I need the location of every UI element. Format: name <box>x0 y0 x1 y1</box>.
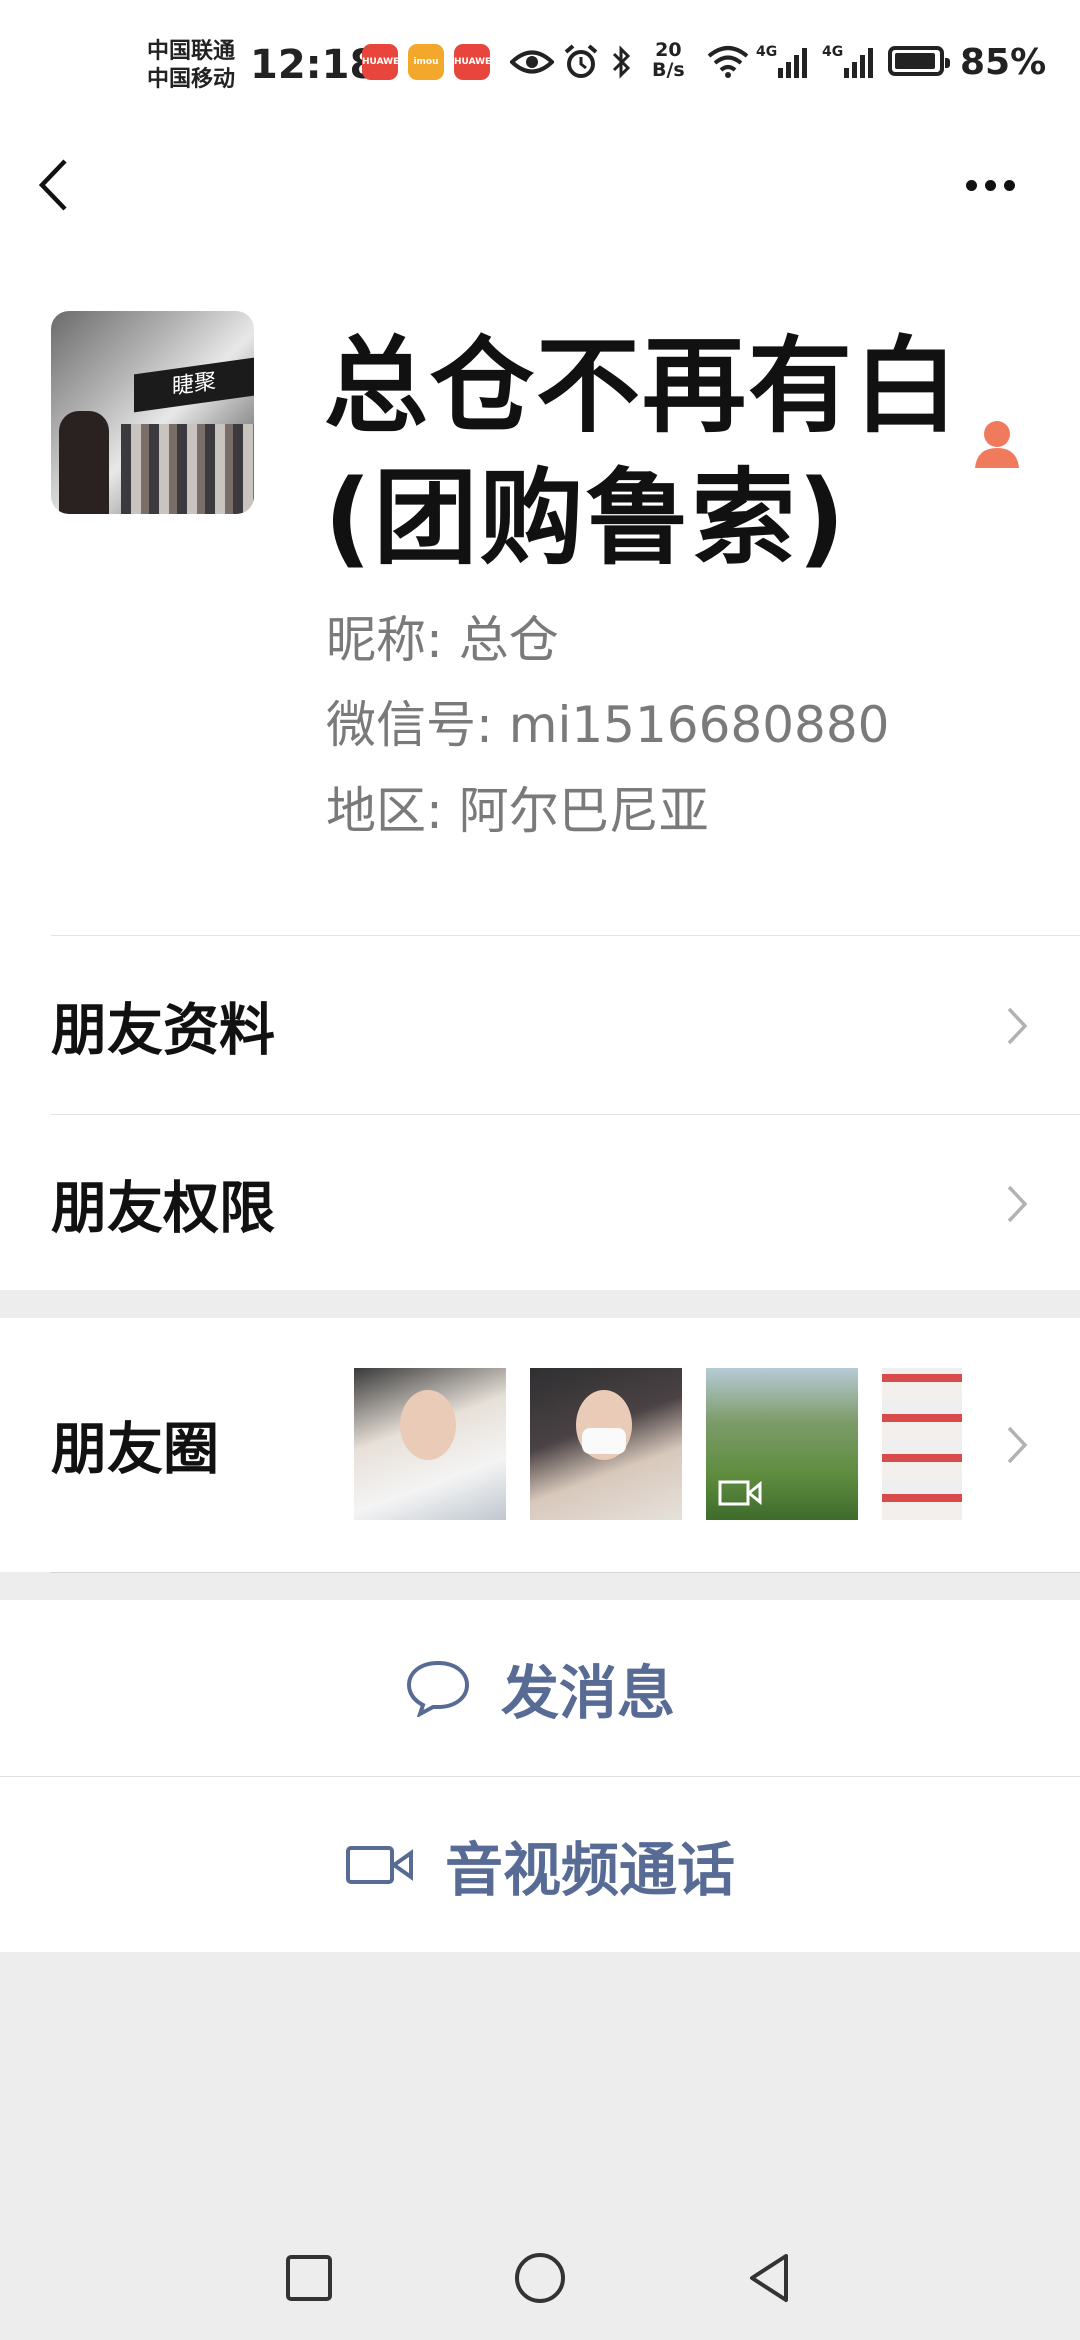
nickname-label: 昵称: <box>326 611 443 669</box>
contact-name: 总仓不再有白 (团购鲁索) <box>324 320 964 584</box>
more-button[interactable] <box>955 160 1025 210</box>
divider <box>51 1572 1080 1573</box>
system-back-button[interactable] <box>742 2250 798 2306</box>
nickname-value: 总仓 <box>458 611 559 669</box>
moments-video[interactable] <box>706 1368 858 1520</box>
moments-label: 朋友圈 <box>51 1417 219 1483</box>
friend-info-row[interactable]: 朋友资料 <box>0 938 1080 1114</box>
triangle-back-icon <box>750 2254 788 2302</box>
alarm-icon <box>562 44 600 80</box>
moments-photo[interactable] <box>882 1368 962 1520</box>
person-icon <box>973 418 1021 470</box>
net-speed-value: 20 <box>655 39 682 61</box>
wechat-id-line[interactable]: 微信号: mi1516680880 <box>326 685 889 757</box>
carrier-1: 中国联通 <box>147 39 236 64</box>
network-type-1: 4G <box>756 44 778 60</box>
contact-name-line-2: (团购鲁索) <box>324 457 848 579</box>
wifi-icon <box>706 44 750 80</box>
huawei-app-icon: HUAWEI <box>362 44 403 80</box>
chevron-right-icon <box>1007 1007 1028 1045</box>
chevron-right-icon <box>1007 1185 1028 1223</box>
video-call-label: 音视频通话 <box>444 1836 735 1904</box>
chat-bubble-icon <box>406 1660 469 1717</box>
divider <box>51 1114 1080 1115</box>
video-camera-icon <box>345 1846 413 1884</box>
more-dots-icon <box>965 179 977 191</box>
carrier-2: 中国移动 <box>147 67 236 92</box>
friend-permissions-row[interactable]: 朋友权限 <box>0 1116 1080 1292</box>
battery-percent: 85% <box>960 42 1047 83</box>
nickname-line: 昵称: 总仓 <box>326 600 559 672</box>
recent-apps-button[interactable] <box>281 2250 337 2306</box>
region-line: 地区: 阿尔巴尼亚 <box>326 771 709 843</box>
send-message-button[interactable]: 发消息 <box>0 1600 1080 1776</box>
net-speed-unit: B/s <box>652 59 685 81</box>
back-button[interactable] <box>38 150 88 220</box>
moments-photo[interactable] <box>354 1368 506 1520</box>
network-type-2: 4G <box>822 44 844 60</box>
status-bar: 中国联通 中国移动 12:18 HUAWEI imou HUAWEI 20 B/… <box>0 0 1080 130</box>
eye-icon <box>510 44 554 80</box>
avatar[interactable]: 睫聚 <box>51 311 254 514</box>
friend-permissions-label: 朋友权限 <box>51 1176 275 1242</box>
friend-info-label: 朋友资料 <box>51 998 275 1064</box>
status-time: 12:18 <box>250 42 378 88</box>
circle-icon <box>515 2253 565 2303</box>
divider <box>51 935 1080 936</box>
send-message-label: 发消息 <box>500 1659 675 1727</box>
video-call-button[interactable]: 音视频通话 <box>0 1777 1080 1953</box>
chevron-right-icon <box>1007 1426 1028 1464</box>
huawei-app-icon-2: HUAWEI <box>454 44 495 80</box>
net-speed: 20 B/s <box>652 40 685 80</box>
video-icon <box>718 1480 762 1506</box>
region-value: 阿尔巴尼亚 <box>458 782 709 840</box>
imou-app-icon: imou <box>408 44 444 80</box>
carrier-text: 中国联通 中国移动 <box>147 38 235 94</box>
signal-icon-2: 4G <box>822 44 880 80</box>
avatar-sign: 睫聚 <box>134 357 254 413</box>
bluetooth-icon <box>610 44 634 80</box>
wechat-id-value[interactable]: mi1516680880 <box>509 696 890 754</box>
moments-thumbnails[interactable] <box>354 1368 962 1520</box>
moments-photo[interactable] <box>530 1368 682 1520</box>
square-icon <box>286 2255 332 2301</box>
home-button[interactable] <box>512 2250 568 2306</box>
region-label: 地区: <box>326 782 443 840</box>
contact-name-line-1: 总仓不再有白 <box>324 325 961 447</box>
wechat-id-label: 微信号: <box>326 696 493 754</box>
chevron-left-icon <box>38 159 67 211</box>
battery-icon <box>888 46 950 76</box>
signal-icon-1: 4G <box>756 44 814 80</box>
